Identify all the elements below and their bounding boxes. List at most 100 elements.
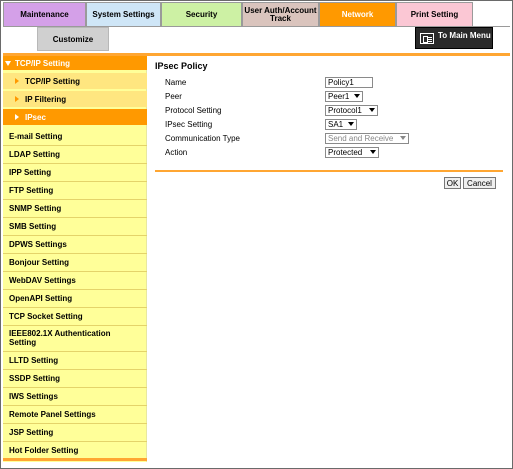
dropdown-arrow-icon (400, 136, 406, 140)
sidebar-divider (3, 423, 147, 424)
cancel-button[interactable]: Cancel (463, 177, 496, 189)
sidebar-item-ipp-setting[interactable]: IPP Setting (3, 165, 147, 179)
sidebar-divider (3, 145, 147, 146)
tab-system-settings[interactable]: System Settings (86, 2, 161, 26)
sidebar-subitem-ipsec[interactable]: IPsec (3, 109, 147, 125)
ok-button[interactable]: OK (444, 177, 461, 189)
field-row-ipsec: IPsec Setting SA1 (165, 118, 357, 130)
sidebar: TCP/IP Setting TCP/IP Setting IP Filteri… (3, 56, 147, 462)
communication-type-select[interactable]: Send and Receive (325, 132, 409, 144)
sidebar-item-tcp-socket-setting[interactable]: TCP Socket Setting (3, 309, 147, 323)
sidebar-item-label: IWS Settings (9, 391, 58, 401)
main-content: IPsec Policy Name Peer Peer1 Protocol Se… (155, 61, 503, 158)
sidebar-divider (3, 405, 147, 406)
sidebar-item-label: TCP/IP Setting (25, 76, 80, 86)
sidebar-item-label: IPsec (25, 112, 46, 122)
sidebar-divider (3, 387, 147, 388)
sidebar-item-label: IP Filtering (25, 94, 67, 104)
arrow-right-icon (15, 96, 19, 102)
peer-select[interactable]: Peer1 (325, 90, 363, 102)
protocol-select-value: Protocol1 (328, 105, 362, 115)
field-label: Protocol Setting (165, 105, 222, 115)
sidebar-item-jsp-setting[interactable]: JSP Setting (3, 425, 147, 439)
sidebar-item-ldap-setting[interactable]: LDAP Setting (3, 147, 147, 161)
sidebar-item-webdav-settings[interactable]: WebDAV Settings (3, 273, 147, 287)
sidebar-item-dpws-settings[interactable]: DPWS Settings (3, 237, 147, 251)
tab-print-setting[interactable]: Print Setting (396, 2, 473, 26)
tab-user-auth-account-track[interactable]: User Auth/Account Track (242, 2, 319, 26)
sidebar-item-ieee8021x-setting[interactable]: IEEE802.1X Authentication Setting (3, 327, 147, 349)
sidebar-subitem-tcpip-setting[interactable]: TCP/IP Setting (3, 73, 147, 89)
sidebar-bottom-divider (3, 458, 147, 461)
ipsec-setting-select[interactable]: SA1 (325, 118, 357, 130)
to-main-menu-button[interactable]: To Main Menu (415, 27, 493, 49)
sidebar-item-label: FTP Setting (9, 185, 54, 195)
tab-user-auth-label: User Auth/Account Track (244, 5, 317, 23)
field-label: IPsec Setting (165, 119, 213, 129)
sidebar-item-hot-folder-setting[interactable]: Hot Folder Setting (3, 443, 147, 457)
content-separator (155, 170, 503, 172)
top-tab-bar: Maintenance System Settings Security Use… (3, 2, 510, 26)
sidebar-item-bonjour-setting[interactable]: Bonjour Setting (3, 255, 147, 269)
sidebar-divider (3, 217, 147, 218)
sidebar-item-label: IPP Setting (9, 167, 52, 177)
ipsec-select-value: SA1 (328, 119, 344, 129)
sidebar-item-label: LLTD Setting (9, 355, 59, 365)
field-row-action: Action Protected (165, 146, 379, 158)
sidebar-item-tcpip-setting[interactable]: TCP/IP Setting (3, 56, 147, 70)
action-select[interactable]: Protected (325, 146, 379, 158)
field-label: Communication Type (165, 133, 240, 143)
sidebar-divider (3, 289, 147, 290)
field-row-protocol: Protocol Setting Protocol1 (165, 104, 378, 116)
sidebar-divider (3, 369, 147, 370)
sidebar-divider (3, 325, 147, 326)
sidebar-item-lltd-setting[interactable]: LLTD Setting (3, 353, 147, 367)
tab-security[interactable]: Security (161, 2, 242, 26)
sidebar-subitem-ip-filtering[interactable]: IP Filtering (3, 91, 147, 107)
sidebar-divider (3, 441, 147, 442)
dropdown-arrow-icon (348, 122, 354, 126)
sidebar-item-label: TCP Socket Setting (9, 311, 83, 321)
sidebar-item-label: TCP/IP Setting (15, 58, 70, 68)
peer-select-value: Peer1 (328, 91, 350, 101)
field-row-peer: Peer Peer1 (165, 90, 363, 102)
sidebar-item-label: LDAP Setting (9, 149, 60, 159)
dropdown-arrow-icon (370, 150, 376, 154)
tab-maintenance[interactable]: Maintenance (3, 2, 86, 26)
sidebar-item-remote-panel-settings[interactable]: Remote Panel Settings (3, 407, 147, 421)
sidebar-item-label: DPWS Settings (9, 239, 67, 249)
sidebar-item-label: OpenAPI Setting (9, 293, 73, 303)
tab-customize[interactable]: Customize (37, 27, 109, 51)
field-label: Name (165, 77, 187, 87)
field-row-name: Name (165, 76, 373, 88)
sidebar-item-openapi-setting[interactable]: OpenAPI Setting (3, 291, 147, 305)
expand-down-icon (5, 60, 11, 66)
communication-type-value: Send and Receive (328, 133, 394, 143)
main-menu-label: To Main Menu (438, 30, 491, 40)
sidebar-divider (3, 181, 147, 182)
tab-network[interactable]: Network (319, 2, 396, 26)
name-input[interactable] (325, 76, 373, 88)
sidebar-item-smb-setting[interactable]: SMB Setting (3, 219, 147, 233)
sidebar-item-label: E-mail Setting (9, 131, 63, 141)
sidebar-divider (3, 271, 147, 272)
action-select-value: Protected (328, 147, 363, 157)
sidebar-divider (3, 163, 147, 164)
sidebar-divider (3, 253, 147, 254)
protocol-setting-select[interactable]: Protocol1 (325, 104, 378, 116)
sidebar-item-ssdp-setting[interactable]: SSDP Setting (3, 371, 147, 385)
main-menu-icon (420, 32, 434, 44)
field-label: Peer (165, 91, 182, 101)
sidebar-item-ftp-setting[interactable]: FTP Setting (3, 183, 147, 197)
dropdown-arrow-icon (369, 108, 375, 112)
sidebar-divider (3, 199, 147, 200)
sidebar-divider (3, 235, 147, 236)
sidebar-divider (3, 307, 147, 308)
field-label: Action (165, 147, 188, 157)
sidebar-item-label: IEEE802.1X Authentication Setting (9, 329, 111, 347)
sidebar-divider (3, 351, 147, 352)
sidebar-item-snmp-setting[interactable]: SNMP Setting (3, 201, 147, 215)
sidebar-item-email-setting[interactable]: E-mail Setting (3, 129, 147, 143)
field-row-communication-type: Communication Type Send and Receive (165, 132, 409, 144)
sidebar-item-iws-settings[interactable]: IWS Settings (3, 389, 147, 403)
